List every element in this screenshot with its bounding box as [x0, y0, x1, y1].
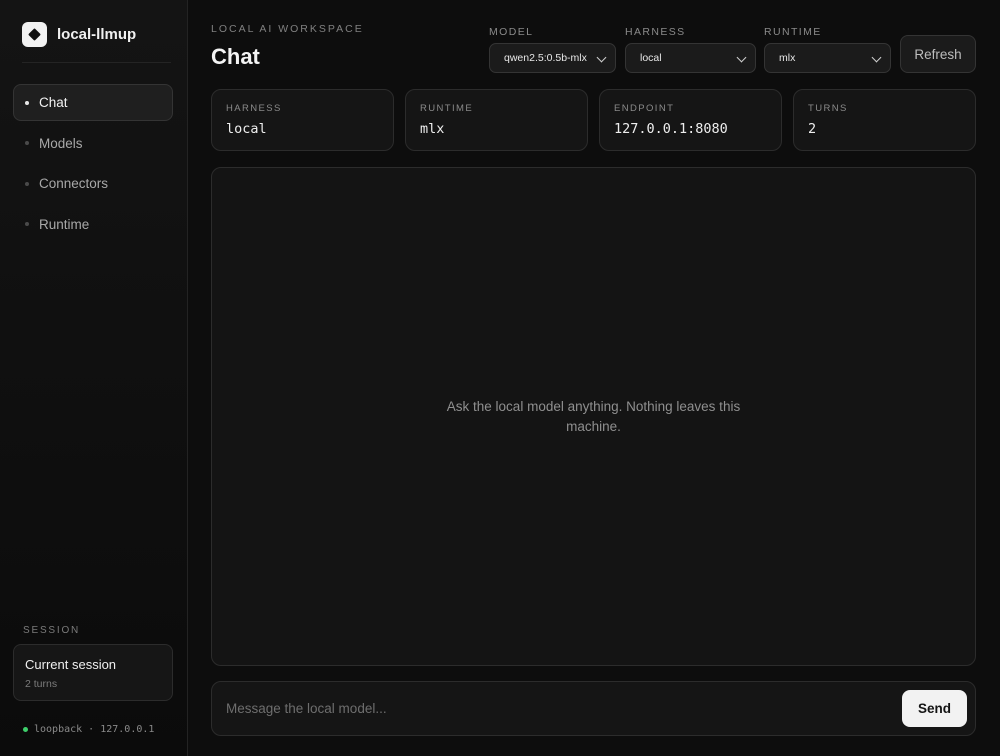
- model-select-value: qwen2.5:0.5b-mlx: [504, 52, 587, 64]
- sidebar-item-label: Connectors: [39, 176, 109, 191]
- model-label: MODEL: [489, 26, 534, 38]
- chevron-down-icon: [871, 52, 882, 63]
- connection-status: loopback · 127.0.0.1: [23, 724, 154, 735]
- current-session-card[interactable]: Current session 2 turns: [13, 644, 173, 701]
- model-select[interactable]: qwen2.5:0.5b-mlx: [489, 43, 616, 73]
- chevron-down-icon: [736, 52, 747, 63]
- sidebar-item-connectors[interactable]: Connectors: [13, 165, 173, 202]
- runtime-select-value: mlx: [779, 52, 796, 64]
- chat-panel: Ask the local model anything. Nothing le…: [211, 167, 976, 666]
- refresh-button[interactable]: Refresh: [900, 35, 976, 73]
- stat-card-harness: HARNESS local: [211, 89, 394, 151]
- status-dot-icon: [23, 727, 28, 732]
- brand: local-llmup: [22, 22, 136, 47]
- stat-value: 2: [808, 121, 817, 137]
- stat-value: local: [226, 121, 267, 137]
- stat-label: RUNTIME: [420, 103, 474, 114]
- message-composer: Send: [211, 681, 976, 736]
- stat-card-turns: TURNS 2: [793, 89, 976, 151]
- sidebar-item-runtime[interactable]: Runtime: [13, 206, 173, 243]
- runtime-label: RUNTIME: [764, 26, 822, 38]
- dot-icon: [25, 222, 29, 226]
- stat-value: 127.0.0.1:8080: [614, 121, 728, 137]
- session-section-label: SESSION: [23, 625, 81, 636]
- sidebar-item-chat[interactable]: Chat: [13, 84, 173, 121]
- sidebar-nav: Chat Models Connectors Runtime: [13, 84, 173, 246]
- chevron-down-icon: [596, 52, 607, 63]
- connection-status-text: loopback · 127.0.0.1: [34, 724, 155, 735]
- stat-label: ENDPOINT: [614, 103, 675, 114]
- harness-select-value: local: [640, 52, 662, 64]
- send-button[interactable]: Send: [902, 690, 967, 727]
- empty-state-message: Ask the local model anything. Nothing le…: [446, 399, 741, 434]
- stat-label: HARNESS: [226, 103, 282, 114]
- dot-icon: [25, 181, 29, 186]
- page-title: Chat: [211, 44, 260, 69]
- stat-value: mlx: [420, 121, 445, 137]
- harness-select[interactable]: local: [625, 43, 756, 73]
- runtime-select[interactable]: mlx: [764, 43, 891, 73]
- sidebar-item-models[interactable]: Models: [13, 125, 173, 162]
- sidebar-item-label: Runtime: [39, 216, 90, 232]
- message-input[interactable]: [226, 682, 886, 735]
- page-eyebrow: LOCAL AI WORKSPACE: [211, 23, 364, 35]
- sidebar: local-llmup Chat Models Connectors Runti…: [0, 0, 188, 756]
- sidebar-item-label: Models: [39, 135, 83, 151]
- stat-card-runtime: RUNTIME mlx: [405, 89, 588, 151]
- session-turns: 2 turns: [25, 678, 58, 690]
- divider: [22, 62, 171, 63]
- dot-icon: [25, 100, 29, 105]
- app-logo-icon: [22, 22, 47, 47]
- stat-label: TURNS: [808, 103, 848, 114]
- stat-card-endpoint: ENDPOINT 127.0.0.1:8080: [599, 89, 782, 151]
- dot-icon: [25, 141, 29, 145]
- main-content: LOCAL AI WORKSPACE Chat MODEL qwen2.5:0.…: [189, 0, 1000, 756]
- harness-label: HARNESS: [625, 26, 686, 38]
- sidebar-item-label: Chat: [39, 95, 68, 110]
- session-title: Current session: [25, 657, 117, 672]
- app-name: local-llmup: [57, 26, 137, 43]
